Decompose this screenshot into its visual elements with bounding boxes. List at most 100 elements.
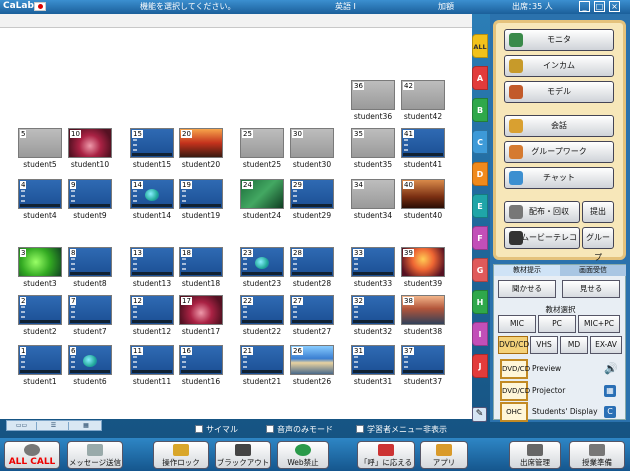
chat-button[interactable]: チャット — [504, 167, 614, 189]
hide-learner-menu-checkbox[interactable] — [356, 425, 364, 433]
student-tile[interactable]: 37 student37 — [401, 345, 445, 391]
simul-checkbox[interactable] — [195, 425, 203, 433]
display-icon[interactable]: C — [604, 406, 616, 418]
student-tile[interactable]: 20 student20 — [179, 128, 223, 174]
preview-source[interactable]: DVD/CD — [500, 359, 530, 379]
submit-button[interactable]: 提出 — [582, 201, 614, 223]
student-tile[interactable]: 1 student1 — [18, 345, 62, 391]
student-tile[interactable]: 21 student21 — [240, 345, 284, 391]
student-tile[interactable]: 26 student26 — [290, 345, 334, 391]
send-message-button[interactable]: メッセージ送信 — [67, 441, 123, 469]
display-source[interactable]: OHC — [500, 402, 528, 422]
audio-only-checkbox[interactable] — [266, 425, 274, 433]
material-dvd-cd-button[interactable]: DVD/CD — [498, 336, 529, 354]
view-tab-grid[interactable]: ▦ — [71, 422, 101, 430]
student-tile[interactable]: 29 student29 — [290, 179, 334, 225]
group-tab-d[interactable]: D — [472, 162, 488, 186]
show-button[interactable]: 見せる — [562, 280, 620, 298]
group-tab-a[interactable]: A — [472, 66, 488, 90]
material-vhs-button[interactable]: VHS — [530, 336, 558, 354]
student-tile[interactable]: 36 student36 — [351, 80, 395, 126]
option-hide-learner-menu[interactable]: 学習者メニュー非表示 — [356, 424, 447, 435]
student-tile[interactable]: 8 student8 — [68, 247, 112, 293]
blackout-button[interactable]: ブラックアウト — [215, 441, 271, 469]
student-tile[interactable]: 2 student2 — [18, 295, 62, 341]
student-tile[interactable]: 25 student25 — [240, 128, 284, 174]
group-tab-b[interactable]: B — [472, 98, 488, 122]
projector-source[interactable]: DVD/CD — [500, 381, 530, 401]
student-tile[interactable]: 16 student16 — [179, 345, 223, 391]
student-tile[interactable]: 19 student19 — [179, 179, 223, 225]
student-tile[interactable]: 7 student7 — [68, 295, 112, 341]
student-tile[interactable]: 42 student42 — [401, 80, 445, 126]
group-tab-j[interactable]: J — [472, 354, 488, 378]
groupwork-button[interactable]: グループワーク — [504, 141, 614, 163]
student-tile[interactable]: 35 student35 — [351, 128, 395, 174]
student-tile[interactable]: 39 student39 — [401, 247, 445, 293]
material-md-button[interactable]: MD — [560, 336, 588, 354]
student-tile[interactable]: 28 student28 — [290, 247, 334, 293]
settings-wrench-icon[interactable]: ✎ — [472, 407, 487, 422]
student-tile[interactable]: 23 student23 — [240, 247, 284, 293]
student-tile[interactable]: 27 student27 — [290, 295, 334, 341]
class-prep-button[interactable]: 授業準備 — [569, 441, 625, 469]
group-tab-g[interactable]: G — [472, 258, 488, 282]
student-tile[interactable]: 10 student10 — [68, 128, 112, 174]
conversation-button[interactable]: 会話 — [504, 115, 614, 137]
student-tile[interactable]: 24 student24 — [240, 179, 284, 225]
student-tile[interactable]: 11 student11 — [130, 345, 174, 391]
group-tab-h[interactable]: H — [472, 290, 488, 314]
material-ex-av-button[interactable]: EX-AV — [590, 336, 622, 354]
student-tile[interactable]: 9 student9 — [68, 179, 112, 225]
all-call-button[interactable]: ALL CALL — [4, 441, 60, 469]
model-button[interactable]: モデル — [504, 81, 614, 103]
student-tile[interactable]: 41 student41 — [401, 128, 445, 174]
material-mic-pc-button[interactable]: MIC+PC — [578, 315, 620, 333]
group-tab-e[interactable]: E — [472, 194, 488, 218]
student-tile[interactable]: 6 student6 — [68, 345, 112, 391]
monitor-button[interactable]: モニタ — [504, 29, 614, 51]
option-simul[interactable]: サイマル — [195, 424, 238, 435]
student-tile[interactable]: 5 student5 — [18, 128, 62, 174]
student-tile[interactable]: 15 student15 — [130, 128, 174, 174]
group-tab-f[interactable]: F — [472, 226, 488, 250]
group-tab-i[interactable]: I — [472, 322, 488, 346]
student-tile[interactable]: 38 student38 — [401, 295, 445, 341]
student-tile[interactable]: 14 student14 — [130, 179, 174, 225]
maximize-button[interactable]: □ — [594, 1, 605, 12]
student-tile[interactable]: 22 student22 — [240, 295, 284, 341]
student-tile[interactable]: 3 student3 — [18, 247, 62, 293]
attendance-management-button[interactable]: 出席管理 — [509, 441, 561, 469]
student-tile[interactable]: 30 student30 — [290, 128, 334, 174]
apps-button[interactable]: アプリ — [420, 441, 468, 469]
listen-button[interactable]: 聞かせる — [498, 280, 556, 298]
distribute-collect-button[interactable]: 配布・回収 — [504, 201, 580, 223]
student-tile[interactable]: 4 student4 — [18, 179, 62, 225]
minimize-button[interactable]: _ — [579, 1, 590, 12]
intercom-button[interactable]: インカム — [504, 55, 614, 77]
student-tile[interactable]: 40 student40 — [401, 179, 445, 225]
respond-call-button[interactable]: 「呼」に応える — [357, 441, 415, 469]
close-button[interactable]: × — [609, 1, 620, 12]
operation-lock-button[interactable]: 操作ロック — [153, 441, 209, 469]
group-button[interactable]: グループ — [582, 227, 614, 262]
material-pc-button[interactable]: PC — [538, 315, 576, 333]
student-tile[interactable]: 13 student13 — [130, 247, 174, 293]
movie-teleco-button[interactable]: ムービーテレコ — [504, 227, 580, 249]
group-tab-all[interactable]: ALL — [472, 34, 488, 58]
tab-screen-receive[interactable]: 画面受信 — [560, 265, 626, 276]
web-block-button[interactable]: Web禁止 — [277, 441, 329, 469]
student-tile[interactable]: 34 student34 — [351, 179, 395, 225]
projector-icon[interactable]: ▦ — [604, 385, 616, 397]
tab-material-present[interactable]: 教材提示 — [494, 265, 560, 276]
student-tile[interactable]: 18 student18 — [179, 247, 223, 293]
view-tab-tiles[interactable]: ▭▭ — [7, 422, 37, 430]
student-tile[interactable]: 12 student12 — [130, 295, 174, 341]
option-audio-only[interactable]: 音声のみモード — [266, 424, 333, 435]
speaker-icon[interactable]: 🔊 — [604, 363, 618, 375]
material-mic-button[interactable]: MIC — [498, 315, 536, 333]
view-tab-list[interactable]: ☰ — [39, 422, 69, 430]
group-tab-c[interactable]: C — [472, 130, 488, 154]
student-tile[interactable]: 33 student33 — [351, 247, 395, 293]
student-tile[interactable]: 17 student17 — [179, 295, 223, 341]
